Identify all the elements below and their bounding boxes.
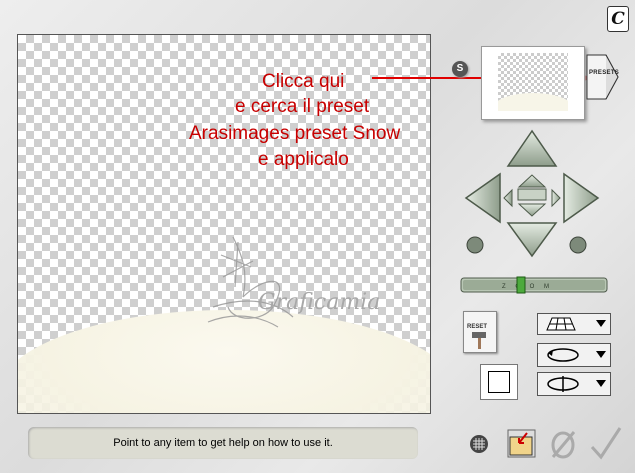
watermark-text: Graficamia [258,290,380,315]
hammer-icon [472,332,486,349]
zoom-label: Z O O M [502,284,553,290]
cancel-icon[interactable] [548,429,578,461]
preview-canvas[interactable]: Graficamia [17,34,431,414]
annotation-line-2: e cerca il preset [235,96,370,117]
perspective-dropdown[interactable] [537,313,611,335]
pan-right-arrow-icon[interactable] [563,172,600,224]
presets-button[interactable]: PRESETS [586,54,619,100]
rotate-ellipse-icon [547,348,579,362]
preset-thumbnail[interactable] [481,46,585,120]
pan-up-arrow-icon[interactable] [506,129,558,167]
color-swatch-inner [488,371,510,393]
reset-label: RESET [467,324,488,330]
load-file-icon[interactable] [507,429,537,459]
annotation-line-1: Clicca qui [262,71,345,92]
reset-button[interactable]: RESET [463,311,497,353]
flip-arrow-icon [547,376,579,392]
color-swatch[interactable] [480,364,518,400]
zoom-slider[interactable]: Z O O M [460,276,610,294]
presets-button-label: PRESETS [589,70,620,76]
pan-left-arrow-icon[interactable] [464,172,501,224]
rotate-dropdown[interactable] [537,343,611,367]
grid-icon[interactable] [469,434,489,454]
annotation-line-3: Arasimages preset Snow [189,123,401,144]
zoom-thumb[interactable] [516,276,526,294]
annotation-line-4: e applicalo [258,149,349,170]
nudge-right-arrow-icon[interactable] [551,188,561,208]
help-status-bar: Point to any item to get help on how to … [28,427,418,459]
corel-logo-icon: C [607,6,629,32]
nudge-down-arrow-icon[interactable] [517,203,547,217]
navigation-pad [464,129,600,258]
rotate-left-icon[interactable] [466,236,484,254]
perspective-grid-icon [546,317,576,331]
pan-down-arrow-icon[interactable] [506,222,558,258]
preset-thumbnail-preview [498,53,568,111]
watermark-image: Graficamia [207,236,380,328]
rotate-right-icon[interactable] [569,236,587,254]
nudge-up-arrow-icon[interactable] [517,174,547,188]
nudge-left-arrow-icon[interactable] [503,188,513,208]
ok-checkmark-icon[interactable] [589,425,623,461]
flip-dropdown[interactable] [537,372,611,396]
presets-s-badge: S [452,61,468,77]
